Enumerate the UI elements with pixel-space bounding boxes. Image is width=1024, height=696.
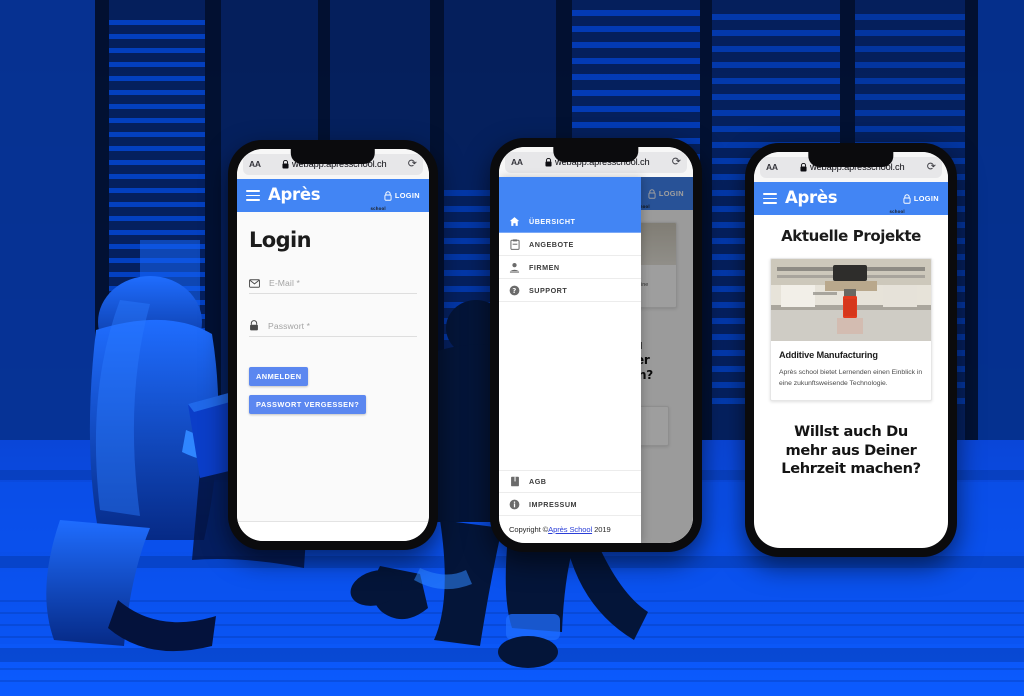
person-icon bbox=[509, 262, 520, 273]
hamburger-icon[interactable] bbox=[246, 190, 260, 201]
menu-item-agb[interactable]: AGB bbox=[499, 470, 641, 493]
reload-icon[interactable]: ⟳ bbox=[927, 161, 936, 173]
clipboard-icon bbox=[509, 238, 520, 250]
brand-name: Après bbox=[785, 187, 838, 207]
cta-line-1: Willst auch Du bbox=[794, 423, 908, 440]
envelope-icon bbox=[249, 279, 260, 288]
brand-subtitle: school bbox=[370, 205, 386, 211]
phone1-screen: AA webapp.apresschool.ch ⟳ Après school bbox=[237, 149, 429, 541]
phone2-screen: AA webapp.apresschool.ch ⟳ Après school bbox=[499, 147, 693, 543]
menu-item-label: FIRMEN bbox=[529, 262, 560, 272]
menu-item-impressum[interactable]: IMPRESSUM bbox=[499, 493, 641, 516]
phone-notch bbox=[290, 149, 376, 164]
phone-mockup-menu: AA webapp.apresschool.ch ⟳ Après school bbox=[490, 138, 702, 552]
menu-item-label: IMPRESSUM bbox=[529, 499, 578, 509]
cta-line-2: mehr aus Deiner bbox=[785, 441, 917, 459]
email-field[interactable]: E-Mail * bbox=[249, 278, 417, 294]
page-footer bbox=[237, 521, 429, 541]
copyright-link[interactable]: Après School bbox=[548, 525, 592, 534]
menu-item-label: AGB bbox=[529, 477, 547, 486]
lock-icon bbox=[545, 157, 552, 166]
phone-mockup-login: AA webapp.apresschool.ch ⟳ Après school bbox=[228, 140, 438, 550]
menu-item-firmen[interactable]: FIRMEN bbox=[499, 256, 641, 279]
text-size-icon[interactable]: AA bbox=[249, 159, 261, 169]
menu-item-angebote[interactable]: ANGEBOTE bbox=[499, 233, 641, 256]
navigation-drawer: ÜBERSICHT ANGEBOTE FIRMEN ? SUPPORT AGB … bbox=[499, 177, 641, 543]
copyright-suffix: 2019 bbox=[592, 525, 611, 534]
help-circle-icon: ? bbox=[509, 285, 520, 296]
login-label: LOGIN bbox=[394, 191, 420, 200]
hamburger-icon[interactable] bbox=[763, 193, 777, 204]
email-placeholder: E-Mail * bbox=[269, 278, 300, 288]
drawer-spacer bbox=[499, 302, 641, 470]
menu-item-support[interactable]: ? SUPPORT bbox=[499, 279, 641, 302]
brand-name: Après bbox=[268, 184, 321, 204]
lock-icon bbox=[903, 193, 911, 204]
lock-icon bbox=[800, 162, 807, 171]
phone-notch bbox=[553, 147, 639, 162]
password-field[interactable]: Passwort * bbox=[249, 320, 417, 337]
password-placeholder: Passwort * bbox=[268, 321, 311, 331]
menu-item-label: ÜBERSICHT bbox=[529, 216, 576, 226]
home-icon bbox=[509, 216, 520, 227]
project-card[interactable]: Additive Manufacturing Après school biet… bbox=[770, 258, 932, 401]
menu-item-label: SUPPORT bbox=[529, 285, 568, 295]
submit-button[interactable]: ANMELDEN bbox=[249, 367, 309, 386]
lock-icon bbox=[384, 190, 392, 201]
project-title: Additive Manufacturing bbox=[779, 350, 878, 360]
copyright-prefix: Copyright © bbox=[509, 525, 549, 534]
forgot-password-button[interactable]: PASSWORT VERGESSEN? bbox=[249, 395, 367, 414]
menu-item-uebersicht[interactable]: ÜBERSICHT bbox=[499, 210, 641, 233]
brand-logo[interactable]: Après school bbox=[785, 187, 905, 214]
projects-page-body: Aktuelle Projekte Additive Manufacturing… bbox=[754, 215, 948, 480]
brand-subtitle: school bbox=[889, 208, 905, 214]
project-image-3d-printer bbox=[771, 259, 931, 341]
project-description: Après school bietet Lernenden einen Einb… bbox=[779, 369, 923, 387]
cta-heading: Willst auch Du mehr aus Deiner Lehrzeit … bbox=[754, 423, 948, 479]
text-size-icon[interactable]: AA bbox=[766, 162, 778, 172]
page-title: Login bbox=[249, 228, 312, 252]
lock-icon bbox=[282, 159, 289, 168]
svg-text:?: ? bbox=[512, 287, 516, 295]
app-header: Après school LOGIN bbox=[754, 182, 948, 215]
drawer-header bbox=[499, 177, 641, 210]
book-icon bbox=[509, 476, 520, 487]
login-label: LOGIN bbox=[913, 194, 939, 203]
info-circle-icon bbox=[509, 499, 520, 510]
brand-logo[interactable]: Après school bbox=[268, 184, 386, 211]
text-size-icon[interactable]: AA bbox=[511, 157, 523, 167]
login-button[interactable]: LOGIN bbox=[903, 193, 939, 204]
copyright-text: Copyright ©Après School 2019 bbox=[499, 516, 641, 543]
lock-icon bbox=[250, 320, 258, 331]
section-heading: Aktuelle Projekte bbox=[781, 227, 921, 245]
reload-icon[interactable]: ⟳ bbox=[672, 156, 681, 168]
cta-line-3: Lehrzeit machen? bbox=[781, 460, 921, 478]
phone-notch bbox=[808, 152, 894, 167]
menu-item-label: ANGEBOTE bbox=[529, 239, 574, 249]
login-button[interactable]: LOGIN bbox=[384, 190, 420, 201]
app-header: Après school LOGIN bbox=[237, 179, 429, 212]
login-page-body: Login E-Mail * Passwort * ANMELDEN PASSW… bbox=[237, 212, 429, 521]
reload-icon[interactable]: ⟳ bbox=[408, 158, 417, 170]
phone3-screen: AA webapp.apresschool.ch ⟳ Après school bbox=[754, 152, 948, 548]
phone-mockup-projects: AA webapp.apresschool.ch ⟳ Après school bbox=[745, 143, 957, 557]
